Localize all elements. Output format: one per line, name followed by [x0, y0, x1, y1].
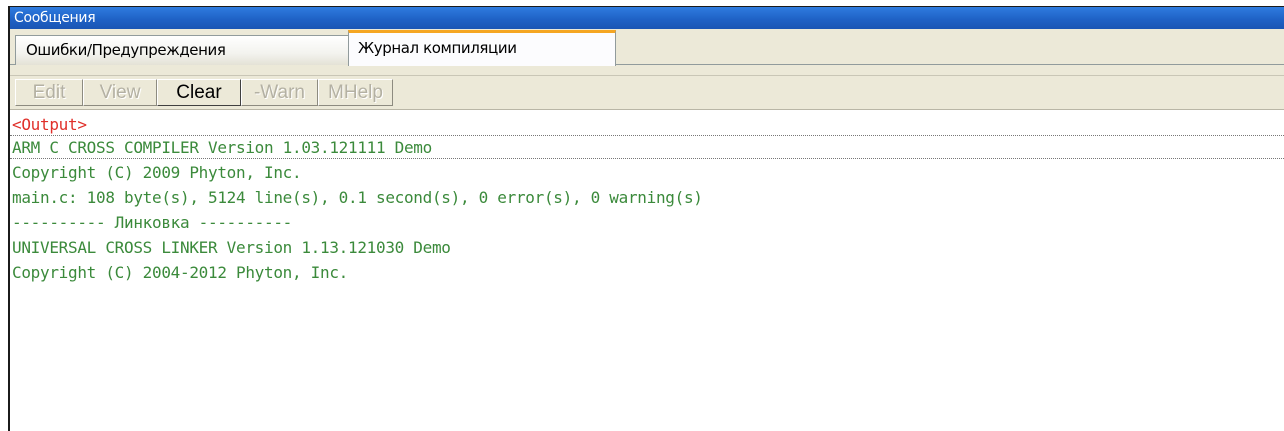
window-title: Сообщения [10, 7, 1284, 29]
mhelp-button[interactable]: MHelp [318, 79, 393, 106]
output-toolbar: Edit View Clear -Warn MHelp [10, 76, 1284, 110]
tab-errors-warnings[interactable]: Ошибки/Предупреждения [15, 35, 349, 65]
log-line[interactable]: ARM C CROSS COMPILER Version 1.03.121111… [10, 135, 1284, 159]
edit-button[interactable]: Edit [15, 79, 83, 106]
output-header: <Output> [12, 115, 87, 134]
log-line[interactable]: main.c: 108 byte(s), 5124 line(s), 0.1 s… [12, 186, 703, 210]
tab-strip: Ошибки/Предупреждения Журнал компиляции [10, 29, 1284, 66]
tab-compile-log[interactable]: Журнал компиляции [348, 30, 616, 66]
compile-log-output[interactable]: <Output> ARM C CROSS COMPILER Version 1.… [10, 111, 1284, 431]
clear-button[interactable]: Clear [157, 79, 241, 106]
log-line[interactable]: UNIVERSAL CROSS LINKER Version 1.13.1210… [12, 236, 451, 260]
log-line[interactable]: Copyright (C) 2009 Phyton, Inc. [12, 161, 302, 185]
warn-filter-button[interactable]: -Warn [241, 79, 318, 106]
view-button[interactable]: View [83, 79, 157, 106]
tab-panel-spacer [10, 65, 1284, 76]
log-line[interactable]: ---------- Линковка ---------- [12, 211, 292, 235]
log-line[interactable]: Copyright (C) 2004-2012 Phyton, Inc. [12, 261, 348, 285]
messages-window: Сообщения Ошибки/Предупреждения Журнал к… [8, 6, 1284, 431]
